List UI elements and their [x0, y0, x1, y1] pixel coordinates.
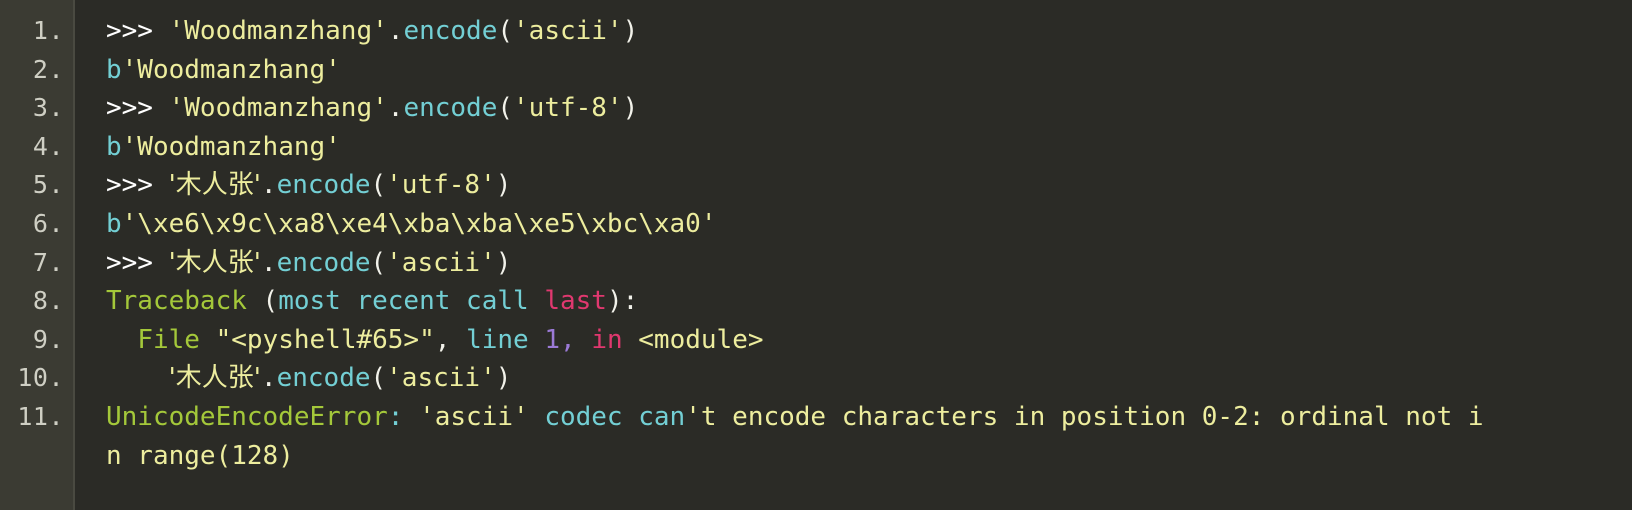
token-string: 'Woodmanzhang' — [168, 16, 388, 46]
token-builtin: encode — [276, 170, 371, 201]
line-number: 7. — [32, 247, 64, 277]
python-repl-code-block[interactable]: 1. 2. 3. 4. 5. 6. 7. 8. 9. 10. 11. >>> 'Woodmanzha… — [0, 0, 1632, 510]
token-punct: , — [434, 324, 467, 355]
token-prompt: >>> — [106, 16, 169, 46]
token-builtin: b — [106, 208, 122, 239]
token-punct: . — [260, 363, 277, 394]
line-number: 1. — [32, 16, 64, 45]
code-line[interactable]: '木人张'.encode('ascii') — [106, 359, 1632, 398]
token-builtin: encode — [403, 16, 498, 46]
token-string: <module> — [638, 324, 764, 355]
token-name: UnicodeEncodeError — [106, 401, 388, 432]
token-string: 'Woodmanzhang' — [168, 93, 388, 124]
token-punct: ) — [622, 93, 639, 124]
code-line[interactable]: b'Woodmanzhang' — [106, 128, 1632, 167]
line-number: 3. — [32, 93, 64, 123]
line-number-gutter: 1. 2. 3. 4. 5. 6. 7. 8. 9. 10. 11. — [0, 0, 75, 510]
token-builtin: encode — [276, 363, 371, 394]
token-name: File — [137, 324, 200, 355]
line-number: 4. — [32, 131, 64, 161]
token-punct: ( — [370, 247, 387, 278]
code-content-area[interactable]: >>> 'Woodmanzhang'.encode('ascii') b'Wood… — [75, 0, 1632, 510]
token-string: 'ascii' — [386, 247, 496, 278]
token-string: 'utf-8' — [513, 93, 623, 124]
token-builtin: line — [466, 324, 529, 355]
token-builtin: b — [106, 131, 122, 162]
token-punct: ) — [622, 16, 639, 46]
token-punct: ( — [497, 16, 514, 46]
token-builtin: encode — [403, 93, 498, 124]
token-punct: ): — [606, 286, 639, 317]
token-punct: ) — [495, 247, 512, 278]
token-string: 't encode characters in position 0-2: or… — [685, 401, 1484, 432]
token-string: 'ascii' — [386, 363, 496, 394]
code-line[interactable]: >>> '木人张'.encode('ascii') — [106, 244, 1632, 283]
token-punct: ) — [495, 170, 512, 201]
token-string: 'ascii' — [419, 401, 529, 432]
line-number: 10. — [17, 363, 64, 393]
token-number: 1 — [544, 324, 560, 355]
token-punct: ) — [495, 363, 512, 394]
token-string: 'ascii' — [513, 16, 623, 46]
line-number: 9. — [32, 324, 64, 354]
token-keyword: last — [544, 286, 607, 317]
token-string: "<pyshell#65>" — [215, 324, 435, 355]
line-number-blank — [0, 437, 73, 476]
code-line[interactable]: UnicodeEncodeError: 'ascii' codec can't … — [106, 398, 1632, 437]
token-punct: ( — [370, 363, 387, 394]
token-prompt: >>> — [106, 93, 169, 124]
token-punct: . — [260, 247, 277, 278]
code-line[interactable]: >>> 'Woodmanzhang'.encode('ascii') — [106, 12, 1632, 51]
token-string: '木人张' — [168, 247, 261, 278]
line-number: 5. — [32, 170, 64, 200]
token-punct: ( — [370, 170, 387, 201]
token-keyword: in — [591, 324, 623, 355]
line-number: 6. — [32, 208, 64, 238]
line-number: 2. — [32, 54, 64, 84]
token-name: Traceback — [106, 286, 247, 317]
token-builtin: b — [106, 54, 122, 85]
token-string: 'Woodmanzhang' — [121, 54, 341, 85]
code-line[interactable]: >>> 'Woodmanzhang'.encode('utf-8') — [106, 89, 1632, 128]
token-builtin: : — [387, 401, 404, 432]
token-punct: . — [387, 16, 404, 46]
code-line[interactable]: >>> '木人张'.encode('utf-8') — [106, 166, 1632, 205]
token-string: '\xe6\x9c\xa8\xe4\xba\xba\xe5\xbc\xa0' — [121, 208, 717, 239]
token-builtin: most recent call — [278, 286, 545, 317]
token-string: 'utf-8' — [386, 170, 496, 201]
token-number: , — [560, 324, 592, 355]
token-builtin: encode — [276, 247, 371, 278]
token-string: '木人张' — [168, 170, 261, 201]
code-line[interactable]: n range(128) — [106, 437, 1632, 476]
code-line[interactable]: b'Woodmanzhang' — [106, 51, 1632, 90]
token-punct: ( — [497, 93, 514, 124]
token-string: n range(128) — [106, 440, 294, 471]
token-string: 'Woodmanzhang' — [121, 131, 341, 162]
token-punct: . — [387, 93, 404, 124]
token-punct: ( — [262, 286, 279, 317]
code-line[interactable]: Traceback (most recent call last): — [106, 282, 1632, 321]
token-builtin: codec can — [544, 401, 686, 432]
token-prompt: >>> — [106, 170, 169, 201]
token-punct: . — [260, 170, 277, 201]
token-string: '木人张' — [168, 363, 261, 394]
line-number: 11. — [17, 401, 64, 431]
code-line[interactable]: File "<pyshell#65>", line 1, in <module> — [106, 321, 1632, 360]
token-prompt: >>> — [106, 247, 169, 278]
code-line[interactable]: b'\xe6\x9c\xa8\xe4\xba\xba\xe5\xbc\xa0' — [106, 205, 1632, 244]
line-number: 8. — [32, 286, 64, 316]
